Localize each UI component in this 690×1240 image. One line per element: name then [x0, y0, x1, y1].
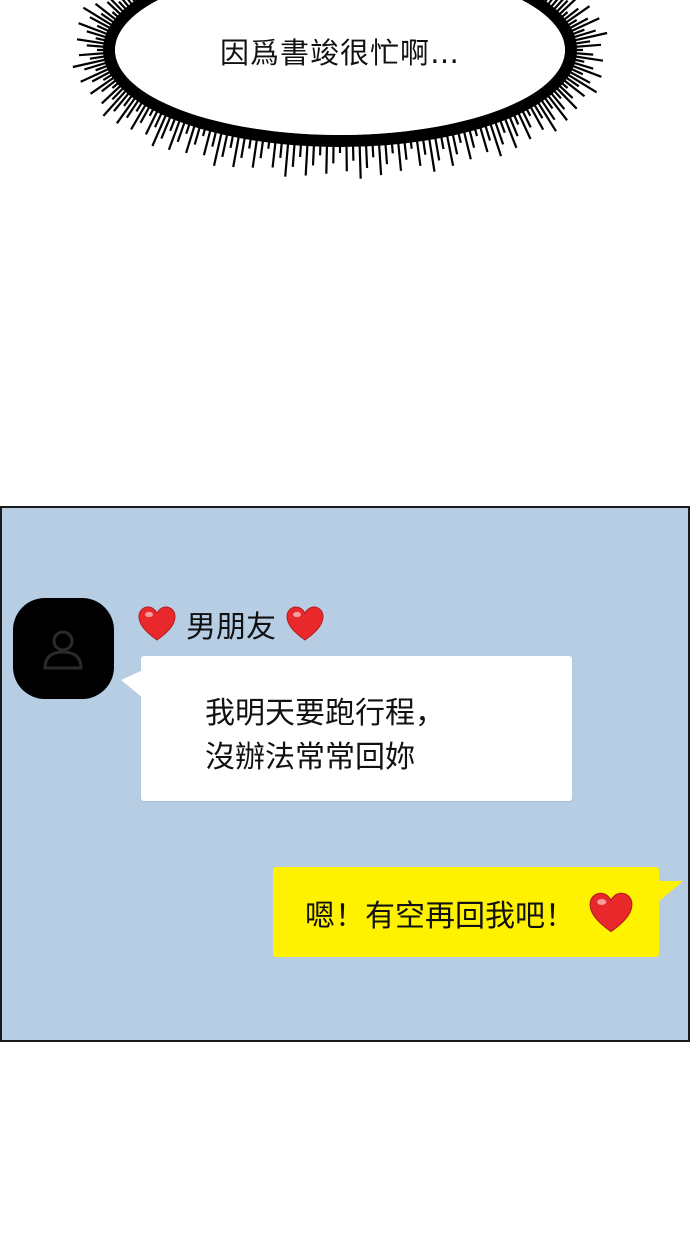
sender-name: 男朋友 [186, 610, 276, 645]
thought-bubble: 因爲書竣很忙啊… [60, 0, 620, 190]
sender-row: 男朋友 [138, 602, 324, 646]
message-line: 我明天要跑行程， [205, 696, 445, 731]
message-line: 沒辦法常常回妳 [205, 740, 415, 775]
person-icon [43, 630, 83, 670]
outgoing-message: 嗯！有空再回我吧！ [305, 891, 633, 935]
incoming-message-bubble[interactable]: 我明天要跑行程， 沒辦法常常回妳 [121, 656, 572, 801]
message-text: 嗯！有空再回我吧！ [305, 899, 575, 934]
chat-panel: 男朋友 我明天要跑行程， 沒辦法常常回妳 嗯！有空再回我吧！ [0, 506, 690, 1042]
outgoing-message-bubble[interactable]: 嗯！有空再回我吧！ [273, 867, 683, 957]
spiky-bubble-outline [72, 0, 608, 179]
avatar[interactable] [13, 598, 114, 699]
bubble-tail [657, 881, 683, 903]
red-heart-icon [589, 892, 633, 933]
thought-text: 因爲書竣很忙啊… [219, 36, 460, 70]
red-heart-icon [138, 606, 176, 641]
red-heart-icon [286, 606, 324, 641]
bubble-tail [121, 670, 143, 698]
